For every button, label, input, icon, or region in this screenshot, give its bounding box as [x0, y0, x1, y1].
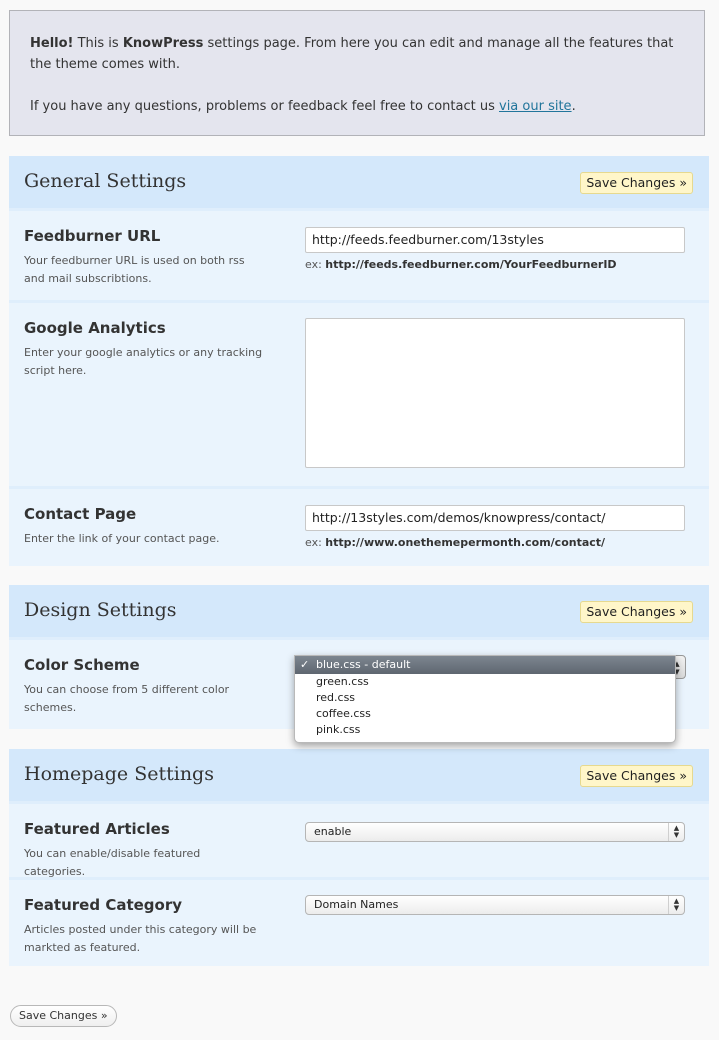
contact-desc: Enter the link of your contact page. — [24, 532, 220, 545]
general-save-button[interactable]: Save Changes » — [580, 172, 693, 194]
homepage-save-button[interactable]: Save Changes » — [580, 765, 693, 787]
contact-hint: ex: http://www.onethemepermonth.com/cont… — [305, 536, 605, 549]
analytics-row: Google Analytics Enter your google analy… — [9, 300, 709, 486]
color-scheme-dropdown[interactable]: ✓ blue.css - default green.css red.css co… — [294, 655, 676, 743]
notice-line-2: If you have any questions, problems or f… — [30, 96, 684, 117]
featured-category-row: Featured Category Articles posted under … — [9, 877, 709, 966]
analytics-textarea[interactable] — [305, 318, 685, 468]
color-scheme-label: Color Scheme — [24, 656, 140, 674]
design-settings-header: Design Settings Save Changes » — [9, 585, 709, 637]
design-save-button[interactable]: Save Changes » — [580, 601, 693, 623]
feedburner-hint-prefix: ex: — [305, 258, 326, 271]
contact-hint-example: http://www.onethemepermonth.com/contact/ — [325, 536, 606, 549]
notice-text-1: This is — [73, 36, 123, 51]
color-option[interactable]: coffee.css — [295, 706, 675, 722]
feedburner-label: Feedburner URL — [24, 227, 161, 245]
color-option[interactable]: green.css — [295, 674, 675, 690]
contact-hint-prefix: ex: — [305, 536, 326, 549]
analytics-label: Google Analytics — [24, 319, 166, 337]
notice-line-2-text: If you have any questions, problems or f… — [30, 99, 499, 114]
featured-articles-select[interactable]: enable ▲ ▼ — [305, 822, 685, 842]
updown-arrows-icon: ▲ ▼ — [668, 823, 684, 841]
checkmark-icon: ✓ — [300, 658, 310, 671]
homepage-settings-header: Homepage Settings Save Changes » — [9, 749, 709, 801]
feedburner-hint: ex: http://feeds.feedburner.com/YourFeed… — [305, 258, 617, 271]
notice-line-1: Hello! This is KnowPress settings page. … — [30, 33, 684, 75]
contact-site-link[interactable]: via our site — [499, 99, 572, 114]
general-settings-header: General Settings Save Changes » — [9, 156, 709, 208]
feedburner-hint-example: http://feeds.feedburner.com/YourFeedburn… — [325, 258, 617, 271]
feedburner-desc: Your feedburner URL is used on both rss … — [24, 254, 245, 285]
color-option-label: blue.css - default — [316, 658, 411, 671]
bottom-save-button[interactable]: Save Changes » — [10, 1005, 117, 1027]
featured-category-select[interactable]: Domain Names ▲ ▼ — [305, 895, 685, 915]
homepage-settings-title: Homepage Settings — [24, 763, 214, 785]
contact-url-input[interactable]: http://13styles.com/demos/knowpress/cont… — [305, 505, 685, 531]
design-settings-title: Design Settings — [24, 599, 177, 621]
color-option[interactable]: red.css — [295, 690, 675, 706]
notice-brand: KnowPress — [122, 36, 204, 51]
color-scheme-desc: You can choose from 5 different color sc… — [24, 683, 230, 714]
feedburner-url-input[interactable]: http://feeds.feedburner.com/13styles — [305, 227, 685, 253]
contact-row: Contact Page Enter the link of your cont… — [9, 486, 709, 566]
updown-arrows-icon: ▲ ▼ — [668, 896, 684, 914]
feedburner-row: Feedburner URL Your feedburner URL is us… — [9, 208, 709, 300]
color-option-selected[interactable]: ✓ blue.css - default — [295, 656, 675, 674]
contact-label: Contact Page — [24, 505, 137, 523]
general-settings-title: General Settings — [24, 170, 187, 192]
welcome-notice: Hello! This is KnowPress settings page. … — [9, 10, 705, 136]
featured-articles-label: Featured Articles — [24, 820, 170, 838]
featured-articles-desc: You can enable/disable featured categori… — [24, 847, 201, 878]
notice-end: . — [571, 99, 576, 114]
color-option[interactable]: pink.css — [295, 722, 675, 738]
analytics-desc: Enter your google analytics or any track… — [24, 346, 263, 377]
featured-articles-row: Featured Articles You can enable/disable… — [9, 801, 709, 878]
featured-category-value: Domain Names — [314, 898, 399, 911]
featured-category-label: Featured Category — [24, 896, 183, 914]
notice-hello: Hello! — [30, 36, 74, 51]
featured-category-desc: Articles posted under this category will… — [24, 923, 257, 954]
featured-articles-value: enable — [314, 825, 352, 838]
